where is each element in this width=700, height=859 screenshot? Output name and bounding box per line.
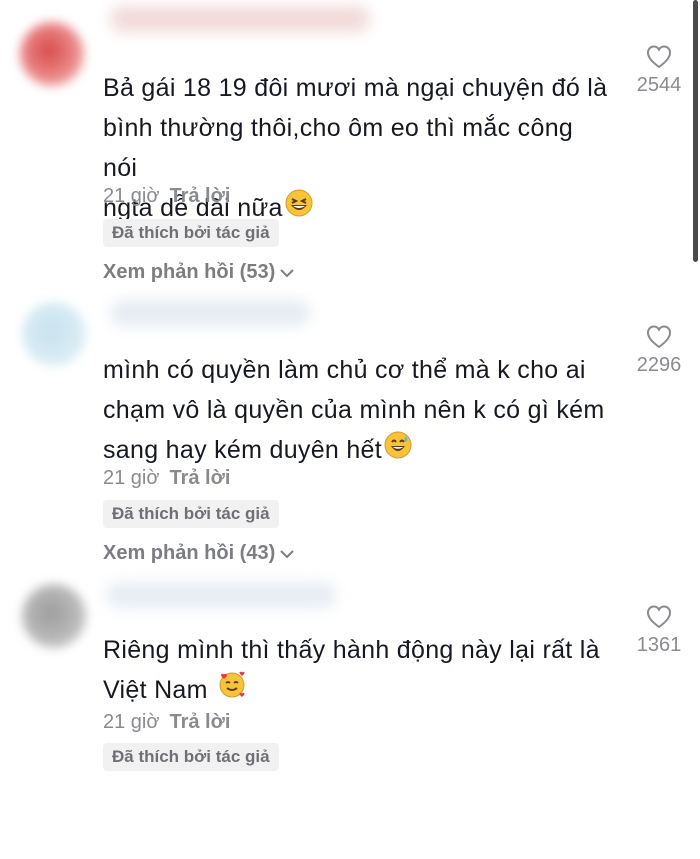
timestamp: 21 giờ [103,711,160,733]
reply-button[interactable]: Trả lời [169,185,230,207]
heart-icon[interactable] [646,604,672,630]
smiling-face-with-hearts-icon [218,671,246,711]
view-replies-button[interactable]: Xem phản hồi (43) [103,542,295,565]
avatar[interactable] [20,22,84,86]
username-blurred[interactable] [106,582,336,608]
reply-button[interactable]: Trả lời [169,711,230,733]
avatar[interactable] [22,584,86,648]
grinning-face-with-sweat-icon [384,431,412,471]
comment-item: Riêng mình thì thấy hành động này lại rấ… [0,578,700,859]
username-blurred[interactable] [110,300,310,326]
comment-text: Riêng mình thì thấy hành động này lại rấ… [103,630,613,711]
like-count: 2544 [636,74,682,96]
comment-meta: 21 giờ Trả lời [103,711,230,734]
liked-by-author-badge: Đã thích bởi tác giả [103,743,279,771]
heart-icon[interactable] [646,324,672,350]
timestamp: 21 giờ [103,467,160,489]
heart-icon[interactable] [646,44,672,70]
reply-button[interactable]: Trả lời [169,467,230,489]
liked-by-author-badge: Đã thích bởi tác giả [103,219,279,247]
comment-item: Bả gái 18 19 đôi mươi mà ngại chuyện đó … [0,6,700,295]
liked-by-author-badge: Đã thích bởi tác giả [103,500,279,528]
like-count: 1361 [636,634,682,656]
username-blurred[interactable] [110,6,370,32]
comment-text: mình có quyền làm chủ cơ thể mà k cho ai… [103,350,613,471]
avatar[interactable] [22,302,86,366]
comment-item: mình có quyền làm chủ cơ thể mà k cho ai… [0,296,700,577]
chevron-down-icon [280,549,294,558]
timestamp: 21 giờ [103,185,160,207]
view-replies-button[interactable]: Xem phản hồi (53) [103,261,295,284]
view-replies-label: Xem phản hồi (43) [103,542,276,564]
grinning-squinting-face-icon [285,189,313,229]
chevron-down-icon [280,268,294,277]
view-replies-label: Xem phản hồi (53) [103,261,276,283]
like-count: 2296 [636,354,682,376]
comment-meta: 21 giờ Trả lời [103,185,230,208]
comment-meta: 21 giờ Trả lời [103,467,230,490]
